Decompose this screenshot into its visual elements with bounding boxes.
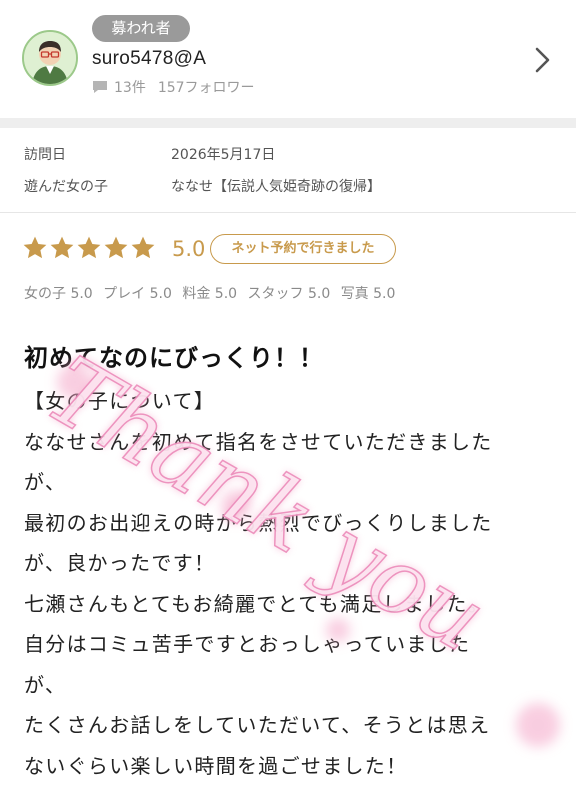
review-line: ななせさんを初めて指名をさせていただきました (24, 429, 493, 454)
review-line: ないぐらい楽しい時間を過ごせました！ (24, 753, 408, 778)
visit-date-row: 訪問日 2026年5月17日 (24, 144, 275, 164)
user-avatar-icon (24, 32, 76, 84)
reviewer-header: 募われ者 suro5478@A 13件 157フォロワー (0, 0, 576, 118)
chevron-right-icon[interactable] (532, 46, 552, 74)
user-avatar[interactable] (22, 30, 78, 86)
star-icon (50, 236, 74, 259)
comment-icon (93, 81, 107, 93)
follower-count[interactable]: 157フォロワー (158, 77, 255, 97)
girl-row: 遊んだ女の子 ななせ【伝説人気姫奇跡の復帰】 (24, 176, 381, 196)
subscore-price: 料金 5.0 (182, 286, 238, 302)
reviewer-username[interactable]: suro5478@A (92, 48, 206, 70)
review-body: 【女の子について】 ななせさんを初めて指名をさせていただきました が、 最初のお… (24, 381, 554, 786)
review-line: 最初のお出迎えの時から熱烈でびっくりしました (24, 510, 493, 535)
subscore-staff: スタッフ 5.0 (247, 286, 331, 302)
review-line: たくさんお話しをしていただいて、そうとは思え (24, 713, 491, 737)
visit-date-label: 訪問日 (24, 147, 66, 163)
girl-label: 遊んだ女の子 (24, 179, 108, 195)
review-line: が、 (24, 470, 67, 494)
star-icon (77, 236, 101, 259)
section-separator (0, 118, 576, 128)
visit-date-value: 2026年5月17日 (171, 147, 276, 163)
review-line: 自分はコミュ苦手ですとおっしゃっていました (24, 632, 471, 656)
star-icon (104, 236, 128, 259)
star-icon (131, 236, 155, 259)
review-line: が、良かったです！ (24, 551, 216, 575)
subscore-photo: 写真 5.0 (340, 286, 396, 302)
review-line: 【女の子について】 (24, 389, 216, 413)
sub-scores: 女の子 5.0 プレイ 5.0 料金 5.0 スタッフ 5.0 写真 5.0 (24, 283, 401, 303)
review-count: 13件 (114, 80, 146, 96)
subscore-girl: 女の子 5.0 (24, 286, 93, 302)
reviewer-stats: 13件 157フォロワー (92, 77, 255, 97)
rating-score: 5.0 (172, 237, 206, 261)
girl-name-link[interactable]: ななせ【伝説人気姫奇跡の復帰】 (171, 179, 381, 195)
divider (0, 212, 576, 213)
review-line: が、 (24, 672, 67, 697)
star-icon (23, 236, 47, 259)
subscore-play: プレイ 5.0 (103, 286, 172, 302)
star-rating (22, 235, 157, 261)
reviewer-rank-badge: 募われ者 (92, 15, 190, 42)
net-reservation-badge: ネット予約で行きました (210, 234, 396, 264)
review-title: 初めてなのにびっくり！！ (24, 344, 324, 372)
review-line: 七瀬さんもとてもお綺麗でとても満足しました。 (24, 591, 489, 616)
